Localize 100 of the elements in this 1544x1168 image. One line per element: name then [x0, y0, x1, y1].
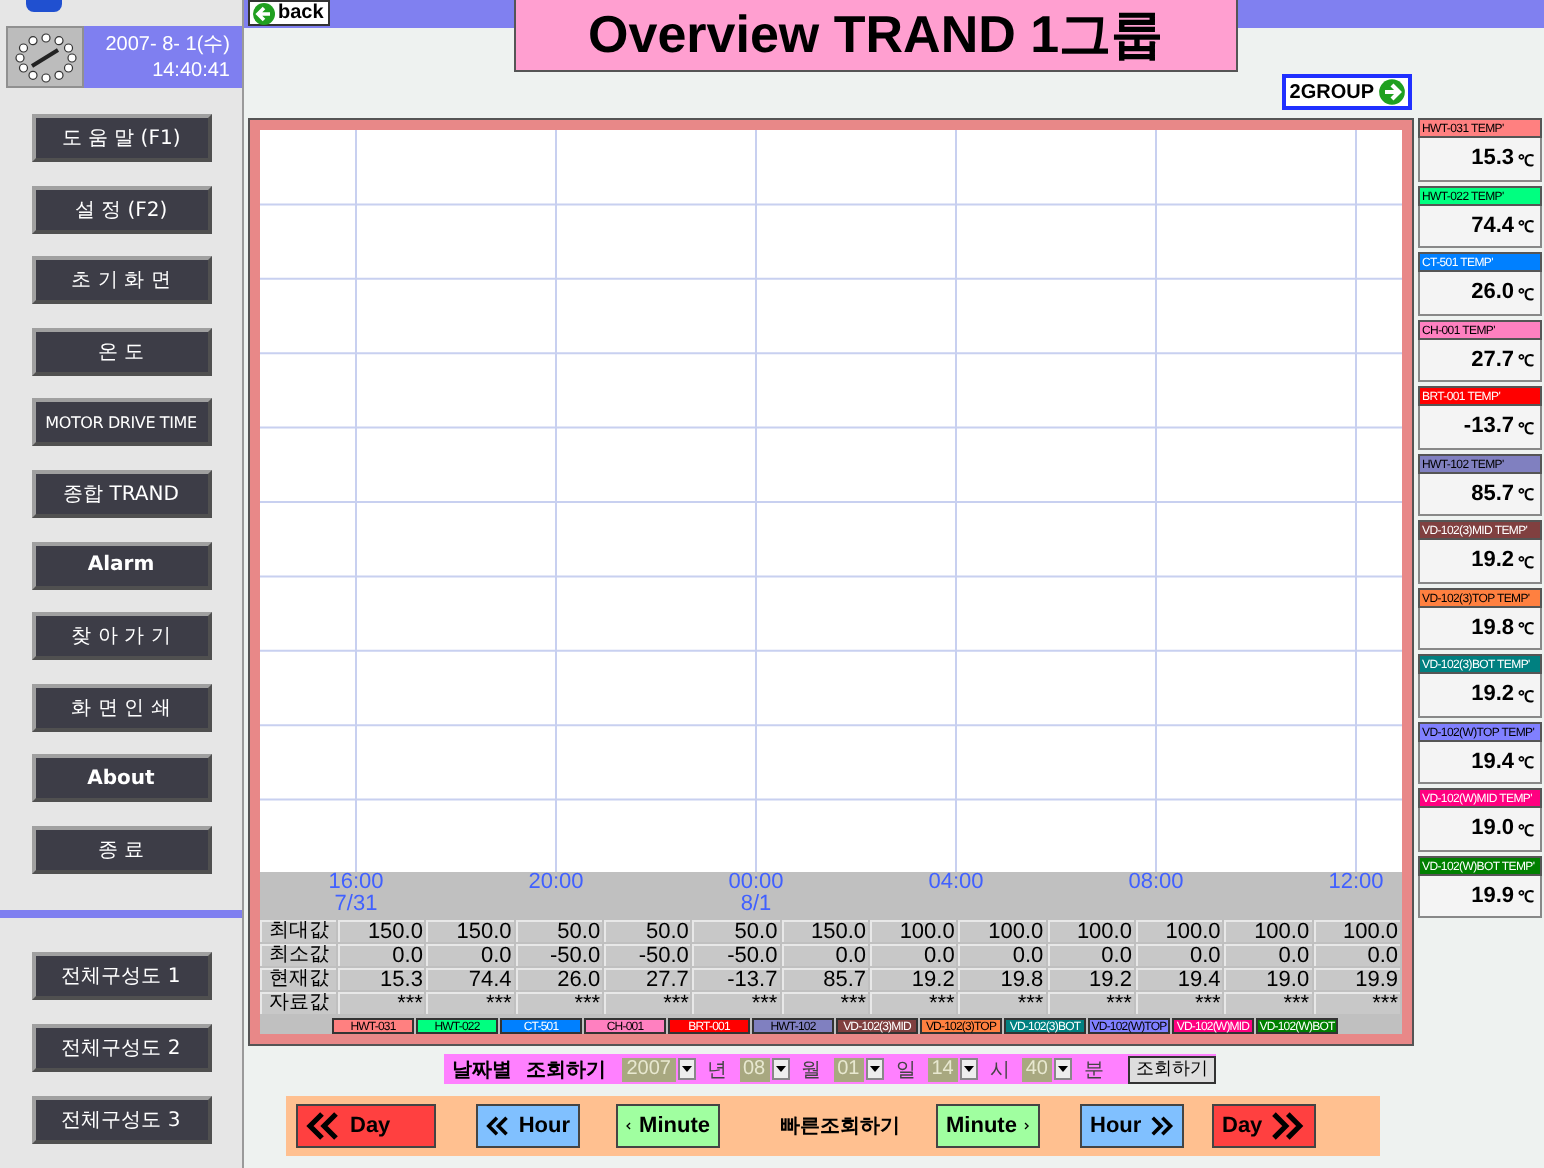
time-axis-label: 04:00 — [928, 872, 984, 894]
menu-button[interactable]: 찾 아 가 기 — [31, 612, 211, 661]
time-axis-label: 12:00 — [1328, 872, 1384, 894]
table-cell: *** — [338, 992, 425, 1014]
table-cell: 100.0 — [1313, 920, 1400, 942]
table-cell: 0.0 — [426, 944, 514, 966]
table-cell: *** — [1047, 992, 1134, 1014]
table-cell: 50.0 — [604, 920, 691, 942]
unit-label: 월 — [801, 1057, 822, 1083]
table-cell: 0.0 — [1313, 944, 1400, 966]
dropdown-caret-icon — [775, 1066, 786, 1072]
menu-button[interactable]: 화 면 인 쇄 — [31, 683, 211, 732]
step-button[interactable]: Minute — [616, 1104, 720, 1148]
step-button[interactable]: Minute — [936, 1104, 1040, 1148]
page-title: Overview TRAND 1그룹 — [513, 0, 1238, 72]
reading-value: 19.9 — [1471, 883, 1514, 908]
table-cell: 27.7 — [604, 968, 691, 990]
table-cell: 0.0 — [1047, 944, 1134, 966]
double-left-chevron-icon — [306, 1110, 342, 1142]
back-button[interactable]: back — [248, 0, 330, 26]
step-button[interactable]: Hour — [1080, 1104, 1184, 1148]
table-cell: 0.0 — [338, 944, 425, 966]
table-cell: 19.2 — [870, 968, 957, 990]
time-axis-label: 20:00 — [528, 872, 584, 894]
unit-label: ℃ — [1518, 618, 1534, 639]
reading-value: 15.3 — [1471, 146, 1514, 171]
table-cell: 100.0 — [958, 920, 1046, 942]
reading-value: 27.7 — [1471, 347, 1514, 372]
row-header: 자료값 — [260, 992, 337, 1014]
view-button[interactable]: 전체구성도 1 — [31, 951, 211, 1000]
table-cell: 150.0 — [426, 920, 514, 942]
step-button[interactable]: Hour — [476, 1104, 580, 1148]
dropdown-caret-icon — [869, 1066, 880, 1072]
row-header: 최소값 — [260, 944, 337, 966]
table-cell: 15.3 — [338, 968, 425, 990]
reading-value: 19.8 — [1471, 615, 1514, 640]
table-cell: *** — [1224, 992, 1312, 1014]
menu-button[interactable]: 초 기 화 면 — [31, 256, 211, 305]
query-button[interactable]: 조회하기 — [1128, 1055, 1216, 1083]
table-cell: 19.8 — [958, 968, 1046, 990]
unit-label: ℃ — [1518, 283, 1534, 304]
table-cell: *** — [692, 992, 780, 1014]
menu-button[interactable]: MOTOR DRIVE TIME — [31, 398, 211, 447]
unit-label: ℃ — [1518, 551, 1534, 572]
unit-label: ℃ — [1518, 216, 1534, 237]
table-cell: 150.0 — [338, 920, 425, 942]
step-button[interactable]: Day — [296, 1104, 436, 1148]
unit-label: ℃ — [1518, 149, 1534, 170]
reading-value: -13.7 — [1463, 414, 1514, 439]
table-cell: 100.0 — [870, 920, 957, 942]
dropdown-caret-icon — [681, 1066, 691, 1072]
menu-button[interactable]: About — [31, 754, 211, 803]
table-cell: 50.0 — [692, 920, 780, 942]
menu-button[interactable]: 종합 TRAND — [31, 469, 211, 518]
reading-value: 19.2 — [1471, 548, 1514, 573]
unit-label: 분 — [1084, 1057, 1104, 1083]
time-axis-label: 00:00 — [728, 872, 784, 894]
date-time-display: 2007- 8- 1(수) 14:40:41 — [84, 26, 242, 88]
menu-button[interactable]: Alarm — [31, 541, 211, 590]
view-button[interactable]: 전체구성도 3 — [31, 1095, 211, 1144]
step-button[interactable]: Day — [1212, 1104, 1316, 1148]
time-axis-label: 08:00 — [1128, 872, 1184, 894]
table-cell: 19.9 — [1313, 968, 1400, 990]
reading-value: 19.0 — [1471, 816, 1514, 841]
table-cell: 19.2 — [1047, 968, 1134, 990]
view-button[interactable]: 전체구성도 2 — [31, 1023, 211, 1072]
table-cell: 26.0 — [515, 968, 603, 990]
table-cell: 0.0 — [870, 944, 957, 966]
forward-arrow-icon — [1378, 78, 1406, 106]
query-label: 날짜별 조회하기 — [452, 1057, 608, 1083]
table-cell: -13.7 — [692, 968, 780, 990]
table-cell: *** — [781, 992, 869, 1014]
menu-button[interactable]: 온 도 — [31, 327, 211, 376]
table-cell: 50.0 — [515, 920, 603, 942]
time-axis-label: 16:00 — [328, 872, 384, 894]
menu-button[interactable]: 종 료 — [31, 825, 211, 874]
unit-label: ℃ — [1518, 819, 1534, 840]
table-cell: *** — [958, 992, 1046, 1014]
unit-label: ℃ — [1518, 685, 1534, 706]
unit-label: 시 — [989, 1057, 1010, 1083]
table-cell: -50.0 — [692, 944, 780, 966]
dropdown-caret-icon — [963, 1066, 974, 1072]
menu-button[interactable]: 도 움 말 (F1) — [31, 114, 211, 162]
reading-value: 85.7 — [1471, 481, 1514, 506]
reading-value: 74.4 — [1471, 213, 1514, 238]
quick-query-label: 빠른조회하기 — [780, 1114, 900, 1140]
dropdown-caret-icon — [1058, 1066, 1068, 1072]
date-axis-label: 8/1 — [740, 894, 772, 916]
table-cell: 0.0 — [781, 944, 869, 966]
unit-label: ℃ — [1518, 350, 1534, 371]
unit-label: ℃ — [1518, 886, 1534, 907]
table-cell: 100.0 — [1135, 920, 1223, 942]
table-cell: 100.0 — [1224, 920, 1312, 942]
reading-value: 19.4 — [1471, 749, 1514, 774]
back-arrow-icon — [252, 1, 276, 25]
row-header: 현재값 — [260, 968, 337, 990]
menu-button[interactable]: 설 정 (F2) — [31, 185, 211, 234]
row-header: 최대값 — [260, 920, 337, 942]
next-group-button[interactable]: 2GROUP — [1281, 74, 1412, 110]
table-cell: 19.4 — [1135, 968, 1223, 990]
